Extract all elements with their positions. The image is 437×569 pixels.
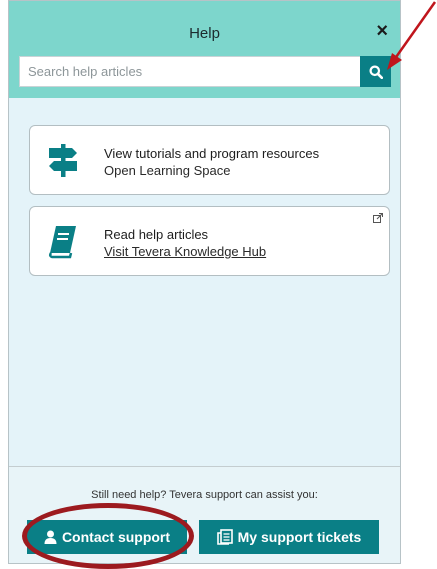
tickets-icon [216, 529, 233, 545]
help-articles-card[interactable]: Read help articles Visit Tevera Knowledg… [29, 206, 390, 276]
book-icon [48, 226, 76, 259]
help-header: Help × [9, 1, 400, 98]
search-button[interactable] [360, 56, 391, 87]
search-icon [369, 65, 383, 79]
help-panel: Help × View tutorials and program resour… [8, 0, 401, 564]
contact-support-button[interactable]: Contact support [27, 520, 187, 554]
user-icon [44, 530, 57, 544]
tutorials-card-title: View tutorials and program resources [104, 146, 320, 161]
tutorials-card[interactable]: View tutorials and program resources Ope… [29, 125, 390, 195]
my-support-tickets-label: My support tickets [237, 529, 362, 545]
tutorials-card-subtitle: Open Learning Space [104, 163, 231, 178]
signpost-icon [49, 144, 77, 177]
search-input[interactable] [19, 56, 361, 87]
contact-support-label: Contact support [61, 529, 171, 545]
search-bar [19, 56, 391, 87]
help-articles-card-title: Read help articles [104, 227, 209, 242]
panel-title: Help [189, 25, 220, 42]
external-link-icon [373, 213, 383, 223]
my-support-tickets-button[interactable]: My support tickets [199, 520, 379, 554]
knowledge-hub-link[interactable]: Visit Tevera Knowledge Hub [104, 244, 266, 259]
help-footer: Still need help? Tevera support can assi… [9, 466, 400, 563]
close-button[interactable]: × [376, 21, 388, 41]
footer-text: Still need help? Tevera support can assi… [91, 489, 318, 501]
